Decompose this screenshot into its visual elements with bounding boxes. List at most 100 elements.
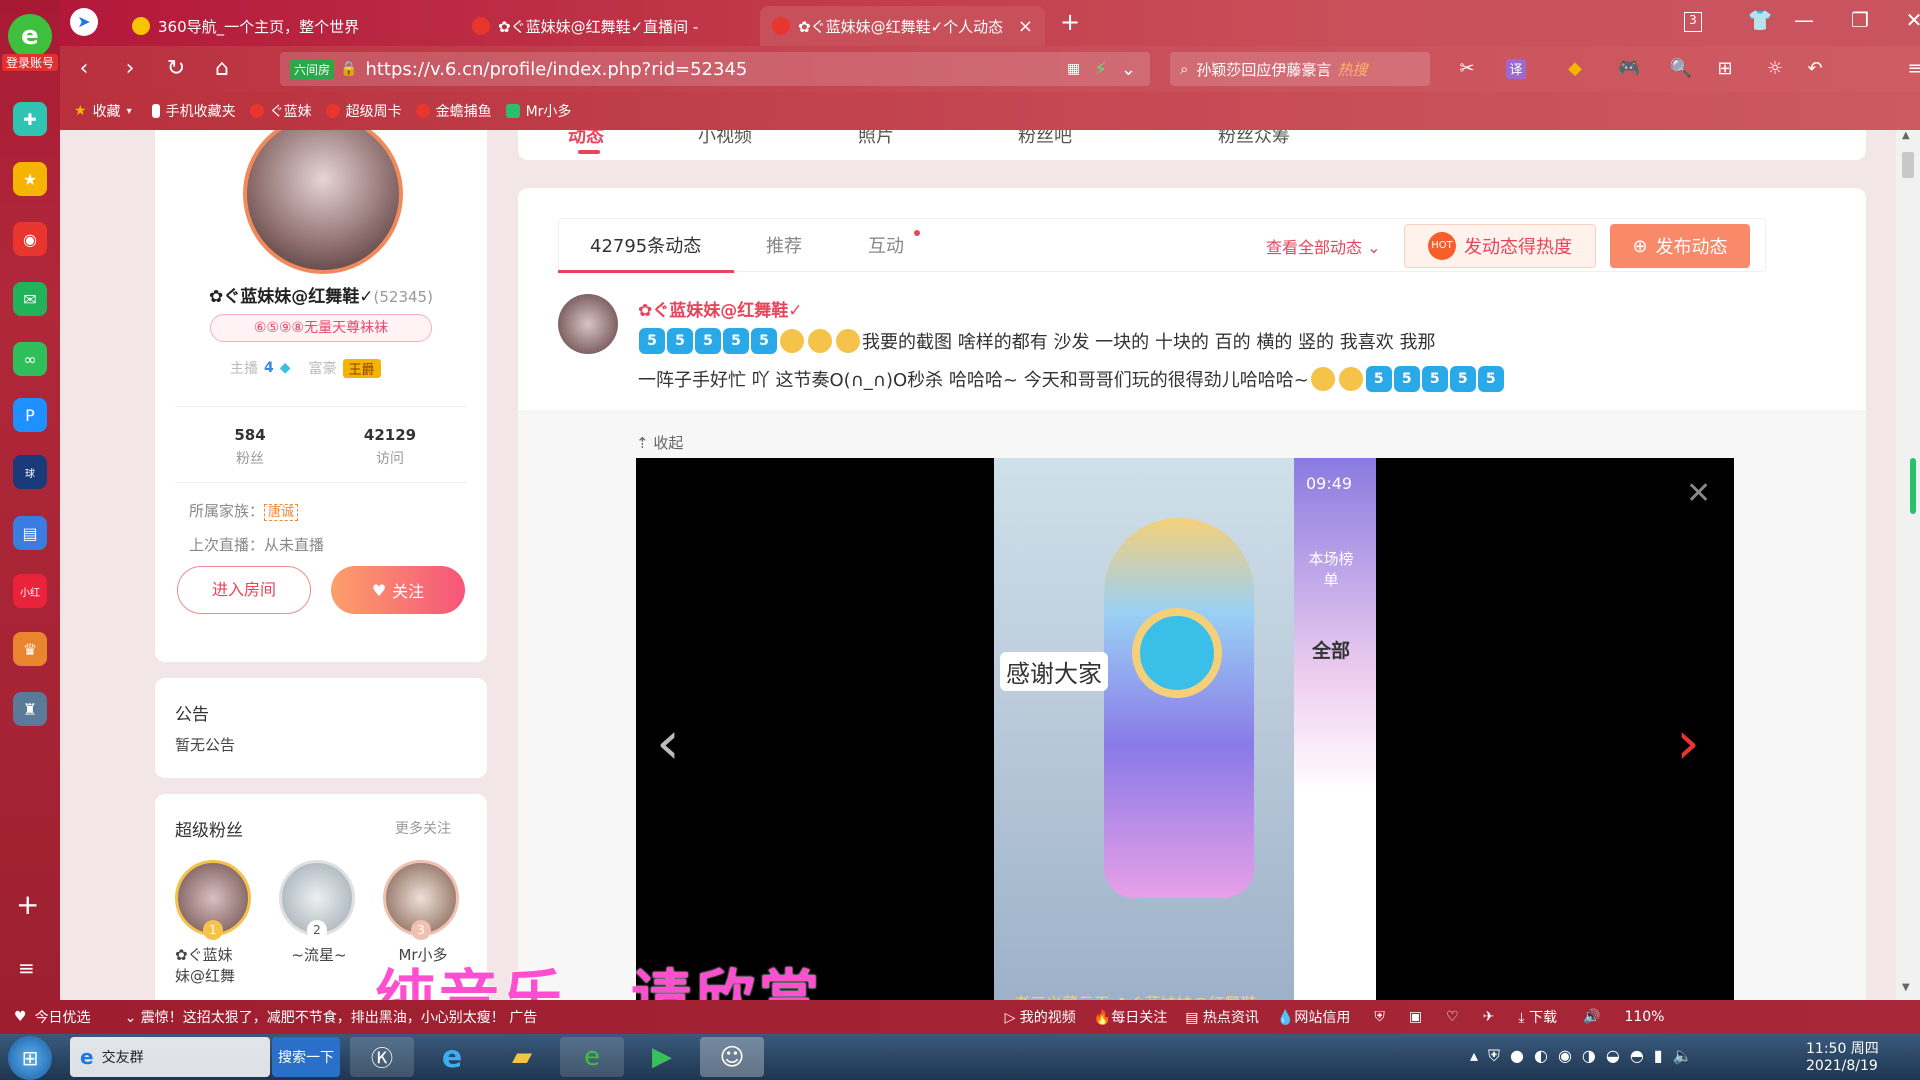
sidebar-doc-icon[interactable]: ▤ bbox=[13, 516, 47, 550]
view-all-dynamic[interactable]: 查看全部动态 ⌄ bbox=[1266, 234, 1381, 258]
sidebar-redbook-icon[interactable]: 小红 bbox=[13, 574, 47, 608]
today-picks[interactable]: 今日优选 bbox=[35, 1007, 91, 1027]
scrollbar[interactable]: ▲ ▼ bbox=[1896, 130, 1920, 1000]
sidebar-plus-app-icon[interactable]: ✚ bbox=[13, 102, 47, 136]
bookmark-mobile[interactable]: 手机收藏夹 bbox=[151, 101, 236, 121]
new-tab-button[interactable]: + bbox=[1060, 8, 1080, 36]
sidebar-add-icon[interactable]: + bbox=[16, 888, 39, 921]
collapse-button[interactable]: ⇡ 收起 bbox=[636, 432, 683, 453]
clock-date[interactable]: 2021/8/19 bbox=[1806, 1058, 1878, 1074]
chevron-down-icon[interactable]: ⌄ bbox=[1121, 59, 1136, 80]
post-author-avatar[interactable] bbox=[558, 294, 618, 354]
forward-icon[interactable]: › bbox=[114, 56, 146, 81]
clock-time[interactable]: 11:50 周四 bbox=[1806, 1038, 1879, 1058]
fan-name-2[interactable]: ~流星~ bbox=[279, 944, 359, 965]
taskbar-ie-icon[interactable]: e bbox=[420, 1037, 484, 1077]
image-viewer[interactable]: ✕ ‹ › 感谢大家 09:49 本场榜单 全部 老三义薄云天 ✿ぐ蓝妹妹@红舞… bbox=[636, 458, 1734, 1000]
tray-icons[interactable]: ▴⛨●◐◉◑◒◓▮🔈 bbox=[1470, 1046, 1703, 1066]
image-icon[interactable]: ▣ bbox=[1409, 1009, 1422, 1025]
sidebar-p-app-icon[interactable]: P bbox=[13, 398, 47, 432]
scroll-down-icon[interactable]: ▼ bbox=[1902, 982, 1910, 993]
site-credit-link[interactable]: 💧网站信用 bbox=[1277, 1007, 1350, 1027]
nav-tab-crowdfunding[interactable]: 粉丝众筹 bbox=[1218, 130, 1290, 148]
coupon-icon[interactable]: ◆ bbox=[1560, 58, 1590, 79]
feed-tab-interact[interactable]: 互动 bbox=[868, 232, 904, 258]
bookmark-weekly-card[interactable]: 超级周卡 bbox=[325, 101, 402, 121]
sidebar-game-icon[interactable]: ♛ bbox=[13, 632, 47, 666]
lightning-icon[interactable]: ⚡ bbox=[1094, 59, 1107, 80]
sidebar-link-icon[interactable]: ∞ bbox=[13, 342, 47, 376]
feed-tab-recommend[interactable]: 推荐 bbox=[766, 232, 802, 258]
feed-tab-count[interactable]: 42795条动态 bbox=[590, 232, 701, 258]
nav-tab-fan-bar[interactable]: 粉丝吧 bbox=[1018, 130, 1072, 148]
home-icon[interactable]: ⌂ bbox=[206, 56, 238, 81]
tab-count-badge[interactable]: 3 bbox=[1684, 12, 1702, 32]
login-account-label[interactable]: 登录账号 bbox=[2, 54, 58, 71]
sidebar-weibo-icon[interactable]: ◉ bbox=[13, 222, 47, 256]
bookmark-fishing[interactable]: 金蟾捕鱼 bbox=[415, 101, 492, 121]
nav-tab-dynamic[interactable]: 动态 bbox=[568, 130, 604, 148]
nav-tab-short-video[interactable]: 小视频 bbox=[698, 130, 752, 148]
family-value[interactable]: 唐诚 bbox=[264, 504, 299, 521]
sidebar-mail-icon[interactable]: ✉ bbox=[13, 282, 47, 316]
follow-button[interactable]: ♥ 关注 bbox=[331, 566, 465, 614]
start-button[interactable]: ⊞ bbox=[8, 1036, 52, 1080]
minimize-button[interactable]: — bbox=[1784, 8, 1824, 32]
more-follows-link[interactable]: 更多关注 bbox=[395, 818, 451, 838]
next-arrow-icon[interactable]: › bbox=[1676, 708, 1700, 778]
scroll-thumb[interactable] bbox=[1902, 152, 1914, 178]
news-ticker[interactable]: ⌄ 震惊！这招太狠了，减肥不节食，排出黑油，小心别太瘦！ 广告 bbox=[125, 1007, 565, 1027]
post-author-name[interactable]: ✿ぐ蓝妹妹@红舞鞋✓ bbox=[638, 296, 803, 321]
search-text[interactable]: 孙颖莎回应伊藤豪言 bbox=[1196, 59, 1331, 80]
url-text[interactable]: https://v.6.cn/profile/index.php?rid=523… bbox=[365, 59, 747, 80]
tab-live-room[interactable]: ✿ぐ蓝妹妹@红舞鞋✓直播间 - bbox=[460, 6, 750, 46]
viewer-close-icon[interactable]: ✕ bbox=[1686, 476, 1711, 511]
taskbar-ie-chat[interactable]: e 交友群 bbox=[70, 1037, 270, 1077]
shield-icon[interactable]: ⛨ bbox=[1374, 1009, 1385, 1025]
enter-room-button[interactable]: 进入房间 bbox=[177, 566, 311, 614]
refresh-icon[interactable]: ↻ bbox=[160, 56, 192, 81]
fans-count[interactable]: 584 bbox=[215, 426, 285, 444]
scroll-up-icon[interactable]: ▲ bbox=[1902, 130, 1910, 141]
rocket-icon[interactable]: ✈ bbox=[1483, 1009, 1495, 1025]
scroll-indicator[interactable] bbox=[1910, 458, 1916, 514]
brightness-icon[interactable]: ☼ bbox=[1760, 58, 1790, 79]
magnifier-icon[interactable]: 🔍 bbox=[1666, 58, 1696, 79]
sidebar-sports-icon[interactable]: 球 bbox=[13, 455, 47, 489]
skin-icon[interactable]: 👕 bbox=[1740, 8, 1780, 32]
hot-button[interactable]: HOT 发动态得热度 bbox=[1404, 224, 1596, 268]
hot-news-link[interactable]: ▤ 热点资讯 bbox=[1185, 1007, 1259, 1027]
bookmark-lanmeimei[interactable]: ぐ蓝妹 bbox=[249, 101, 312, 121]
apps-grid-icon[interactable]: ⊞ bbox=[1710, 58, 1740, 79]
taskbar-k-app-icon[interactable]: Ⓚ bbox=[350, 1037, 414, 1077]
scissors-icon[interactable]: ✂ bbox=[1452, 58, 1482, 79]
bookmark-mr-xiaoduo[interactable]: Mr小多 bbox=[505, 101, 571, 121]
daily-follow-link[interactable]: 🔥每日关注 bbox=[1094, 1007, 1167, 1027]
sidebar-game2-icon[interactable]: ♜ bbox=[13, 692, 47, 726]
bookmark-favorites[interactable]: ★ 收藏 ▾ bbox=[74, 101, 132, 121]
gamepad-icon[interactable]: 🎮 bbox=[1614, 58, 1644, 79]
undo-icon[interactable]: ↶ bbox=[1800, 58, 1830, 79]
nav-tab-photos[interactable]: 照片 bbox=[858, 130, 894, 148]
url-box[interactable]: 六间房 🔒 https://v.6.cn/profile/index.php?r… bbox=[280, 52, 1150, 86]
close-window-button[interactable]: ✕ bbox=[1894, 8, 1920, 32]
sound-icon[interactable]: 🔊 bbox=[1583, 1009, 1600, 1025]
taskbar-360-icon[interactable]: e bbox=[560, 1037, 624, 1077]
close-tab-icon[interactable]: × bbox=[1018, 16, 1033, 37]
back-icon[interactable]: ‹ bbox=[68, 56, 100, 81]
health-icon[interactable]: ♡ bbox=[1446, 1009, 1459, 1025]
taskbar-player-icon[interactable]: ▶ bbox=[630, 1037, 694, 1077]
post-button[interactable]: ⊕ 发布动态 bbox=[1610, 224, 1750, 268]
sidebar-favorite-icon[interactable]: ★ bbox=[13, 162, 47, 196]
taskbar-folder-icon[interactable]: ▰ bbox=[490, 1037, 554, 1077]
avatar[interactable] bbox=[243, 130, 403, 274]
zoom-level[interactable]: 110% bbox=[1624, 1009, 1664, 1025]
sidebar-menu-icon[interactable]: ≡ bbox=[18, 956, 35, 980]
my-video-link[interactable]: ▷ 我的视频 bbox=[1005, 1007, 1076, 1027]
compass-icon[interactable]: ➤ bbox=[70, 8, 98, 36]
prev-arrow-icon[interactable]: ‹ bbox=[656, 708, 680, 778]
taskbar-search[interactable]: 搜索一下 bbox=[272, 1037, 340, 1077]
translate-icon[interactable]: 译 bbox=[1506, 59, 1526, 79]
qr-icon[interactable]: ▦ bbox=[1067, 61, 1080, 77]
tab-360-nav[interactable]: 360导航_一个主页，整个世界 bbox=[120, 6, 450, 46]
